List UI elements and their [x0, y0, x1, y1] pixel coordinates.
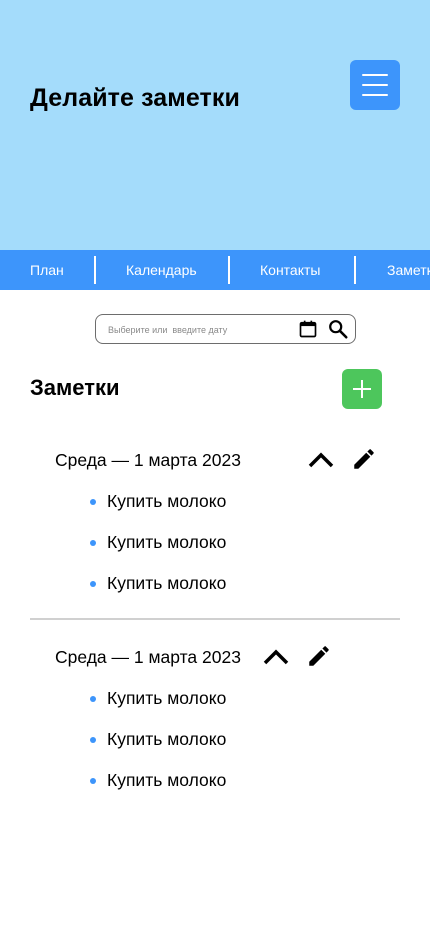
note-item-text: Купить молоко [107, 491, 227, 511]
calendar-icon[interactable] [298, 319, 318, 339]
bullet [90, 696, 96, 702]
chevron-up-icon[interactable] [262, 647, 290, 667]
nav-item-contacts[interactable]: Контакты [260, 250, 320, 290]
bullet [90, 778, 96, 784]
bullet [90, 499, 96, 505]
bullet [90, 540, 96, 546]
app-header: Делайте заметки [0, 0, 430, 250]
notes-section-title: Заметки [30, 375, 120, 400]
hamburger-menu-icon [362, 84, 388, 86]
nav-divider [228, 256, 230, 284]
pencil-icon[interactable] [306, 643, 332, 669]
nav-item-calendar[interactable]: Календарь [126, 250, 197, 290]
menu-button[interactable] [350, 60, 400, 110]
list-item: Купить молоко [90, 573, 226, 614]
note-item-text: Купить молоко [107, 770, 227, 790]
search-icon[interactable] [327, 318, 349, 340]
note-item-text: Купить молоко [107, 532, 227, 552]
note-date: Среда — 1 марта 2023 [55, 450, 241, 470]
add-note-button[interactable] [342, 369, 382, 409]
nav-divider [94, 256, 96, 284]
bullet [90, 581, 96, 587]
list-item: Купить молоко [90, 729, 226, 770]
hamburger-menu-icon [362, 94, 388, 96]
hamburger-menu-icon [362, 74, 388, 76]
chevron-up-icon[interactable] [307, 450, 335, 470]
list-item: Купить молоко [90, 770, 226, 811]
date-input[interactable] [108, 321, 293, 338]
nav-item-notes[interactable]: Заметки [387, 250, 430, 290]
note-items-list: Купить молоко Купить молоко Купить молок… [90, 491, 226, 614]
note-item-text: Купить молоко [107, 729, 227, 749]
list-item: Купить молоко [90, 491, 226, 532]
plus-icon [353, 380, 371, 398]
list-item: Купить молоко [90, 532, 226, 573]
notes-divider [30, 618, 400, 620]
note-items-list: Купить молоко Купить молоко Купить молок… [90, 688, 226, 811]
bullet [90, 737, 96, 743]
note-item-text: Купить молоко [107, 688, 227, 708]
note-date: Среда — 1 марта 2023 [55, 647, 241, 667]
pencil-icon[interactable] [351, 446, 377, 472]
nav-divider [354, 256, 356, 284]
nav-item-plan[interactable]: План [30, 250, 64, 290]
list-item: Купить молоко [90, 688, 226, 729]
nav-bar: План Календарь Контакты Заметки [0, 250, 430, 290]
note-item-text: Купить молоко [107, 573, 227, 593]
app-title: Делайте заметки [30, 84, 240, 112]
